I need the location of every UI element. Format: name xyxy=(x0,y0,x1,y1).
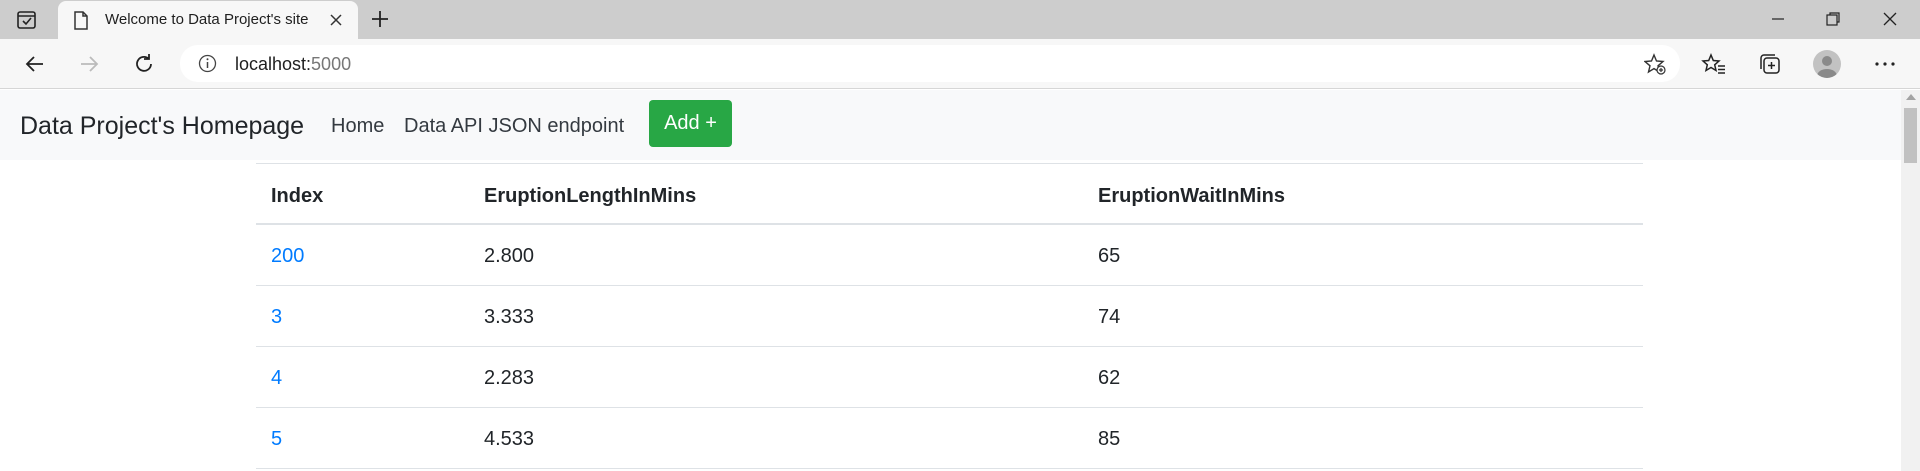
tab-actions-icon[interactable] xyxy=(16,9,38,31)
table-row: 3 3.333 74 xyxy=(256,286,1643,347)
column-header-index: Index xyxy=(271,185,324,207)
navbar-brand[interactable]: Data Project's Homepage xyxy=(20,112,304,141)
row-index-link[interactable]: 3 xyxy=(271,306,282,329)
data-table: Index EruptionLengthInMins EruptionWaitI… xyxy=(256,163,1643,469)
row-index-link[interactable]: 4 xyxy=(271,367,282,390)
vertical-scrollbar[interactable] xyxy=(1901,90,1920,471)
eruption-length-cell: 4.533 xyxy=(484,428,535,450)
collections-icon[interactable] xyxy=(1757,51,1783,77)
url-port: 5000 xyxy=(311,54,352,74)
favorites-icon[interactable] xyxy=(1701,51,1727,77)
tab-title: Welcome to Data Project's site xyxy=(105,11,309,28)
add-button[interactable]: Add + xyxy=(649,100,732,147)
site-navbar: Data Project's Homepage Home Data API JS… xyxy=(0,90,1901,160)
eruption-wait-cell: 62 xyxy=(1098,367,1121,389)
eruption-wait-cell: 65 xyxy=(1098,245,1121,267)
minimize-icon[interactable] xyxy=(1768,9,1788,29)
favorite-add-icon[interactable] xyxy=(1643,53,1666,75)
table-header: Index EruptionLengthInMins EruptionWaitI… xyxy=(256,164,1643,225)
browser-tab-bar: Welcome to Data Project's site xyxy=(0,0,1920,39)
browser-tab[interactable]: Welcome to Data Project's site xyxy=(58,1,358,39)
page-viewport: Data Project's Homepage Home Data API JS… xyxy=(0,90,1920,471)
column-header-eruption-length: EruptionLengthInMins xyxy=(484,185,697,207)
close-icon[interactable] xyxy=(326,10,346,30)
back-icon[interactable] xyxy=(22,51,48,77)
row-index-link[interactable]: 5 xyxy=(271,428,282,451)
eruption-length-cell: 3.333 xyxy=(484,306,535,328)
restore-icon[interactable] xyxy=(1823,9,1843,29)
table-row: 200 2.800 65 xyxy=(256,225,1643,286)
row-index-link[interactable]: 200 xyxy=(271,245,304,268)
page-icon xyxy=(73,11,89,35)
eruption-wait-cell: 85 xyxy=(1098,428,1121,450)
table-row: 4 2.283 62 xyxy=(256,347,1643,408)
column-header-eruption-wait: EruptionWaitInMins xyxy=(1098,185,1286,207)
eruption-wait-cell: 74 xyxy=(1098,306,1121,328)
address-bar[interactable]: localhost:5000 xyxy=(180,45,1680,82)
more-icon[interactable] xyxy=(1872,51,1898,77)
url-text[interactable]: localhost:5000 xyxy=(235,54,351,75)
url-host: localhost: xyxy=(235,54,312,74)
profile-icon[interactable] xyxy=(1813,50,1841,78)
reload-icon[interactable] xyxy=(131,51,157,77)
scrollbar-thumb[interactable] xyxy=(1904,108,1917,163)
table-row: 5 4.533 85 xyxy=(256,408,1643,469)
nav-link-data-api[interactable]: Data API JSON endpoint xyxy=(404,115,624,138)
eruption-length-cell: 2.800 xyxy=(484,245,535,267)
forward-icon[interactable] xyxy=(76,51,102,77)
nav-link-home[interactable]: Home xyxy=(331,115,384,138)
window-close-icon[interactable] xyxy=(1880,9,1900,29)
info-icon[interactable] xyxy=(198,54,217,73)
browser-toolbar: localhost:5000 xyxy=(0,39,1920,89)
plus-icon[interactable] xyxy=(369,8,391,30)
scroll-up-arrow-icon[interactable] xyxy=(1906,94,1916,100)
eruption-length-cell: 2.283 xyxy=(484,367,535,389)
